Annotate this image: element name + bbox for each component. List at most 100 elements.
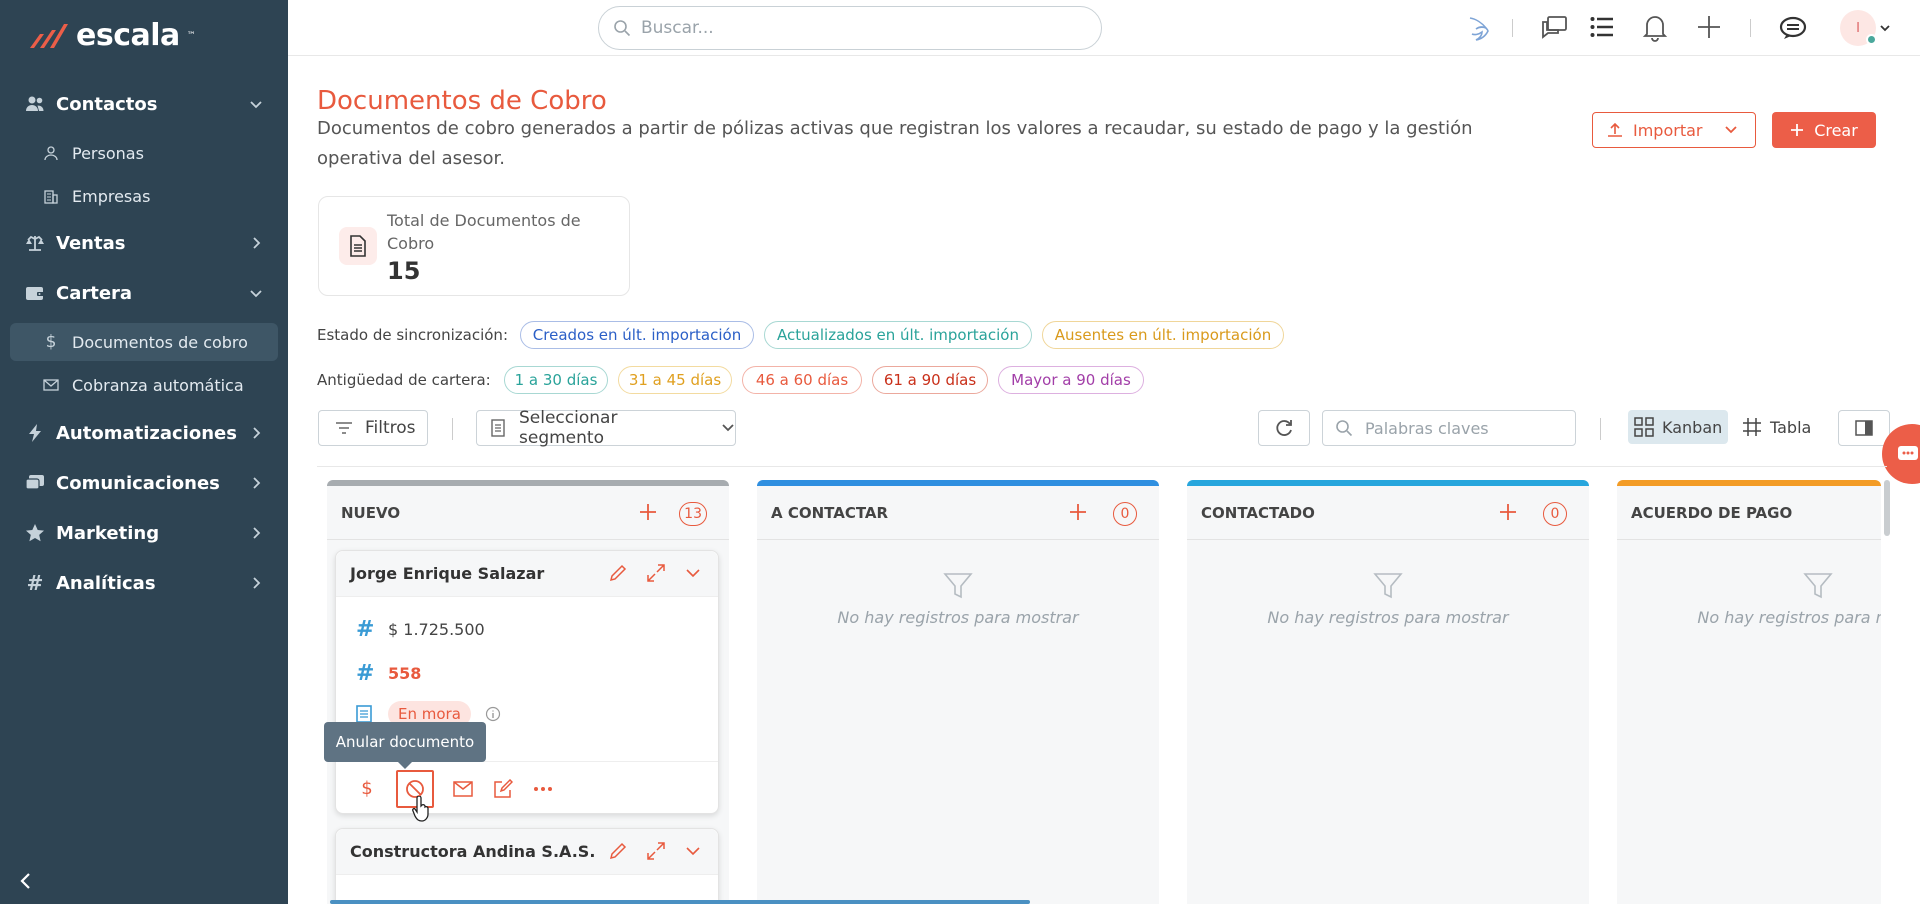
search-input[interactable] — [641, 18, 1081, 38]
chat-icon — [24, 472, 46, 494]
segment-select[interactable]: Seleccionar segmento — [476, 408, 736, 448]
chevron-right-icon — [248, 525, 264, 541]
sidebar-item-cartera[interactable]: Cartera — [10, 271, 278, 315]
plus-icon[interactable] — [1696, 14, 1722, 40]
chip-aging-31-45[interactable]: 31 a 45 días — [618, 366, 732, 394]
add-card-button[interactable] — [1499, 503, 1517, 521]
more-options-icon[interactable] — [532, 778, 554, 800]
upload-icon — [1607, 122, 1623, 138]
mail-icon[interactable] — [452, 778, 474, 800]
kanban-column-nuevo: NUEVO 13 Jorge Enrique Salazar # $ 1.725… — [327, 480, 729, 904]
import-button[interactable]: Importar — [1592, 112, 1756, 148]
star-icon — [24, 522, 46, 544]
mail-icon — [42, 376, 60, 394]
sidebar-item-empresas[interactable]: Empresas — [10, 177, 278, 215]
pencil-icon[interactable] — [608, 563, 628, 583]
kanban-column-a-contactar: A CONTACTAR 0 No hay registros para most… — [757, 480, 1159, 904]
column-count-badge: 0 — [1113, 502, 1137, 526]
sidebar-item-contactos[interactable]: Contactos — [10, 82, 278, 126]
chip-aging-over-90[interactable]: Mayor a 90 días — [998, 366, 1144, 394]
empty-text: No hay registros para mostrar — [1697, 608, 1881, 627]
pencil-icon[interactable] — [608, 841, 628, 861]
chevron-down-icon[interactable] — [684, 841, 702, 861]
conversations-icon[interactable] — [1540, 14, 1568, 40]
card-title[interactable]: Constructora Andina S.A.S. — [350, 842, 595, 861]
sidebar-item-comunicaciones[interactable]: Comunicaciones — [10, 461, 278, 505]
refresh-button[interactable] — [1258, 410, 1310, 446]
card-header: Jorge Enrique Salazar — [336, 551, 718, 597]
funnel-icon — [1373, 573, 1403, 599]
expand-icon[interactable] — [646, 841, 666, 861]
kanban-card[interactable]: Jorge Enrique Salazar # $ 1.725.500 # 55… — [335, 550, 719, 814]
horizontal-scrollbar[interactable] — [330, 900, 1030, 904]
sync-status-label: Estado de sincronización: — [317, 326, 508, 344]
chevron-down-icon[interactable] — [1880, 24, 1890, 32]
table-view-button[interactable]: Tabla — [1736, 410, 1817, 444]
person-icon — [42, 144, 60, 162]
document-icon — [491, 419, 505, 437]
user-avatar[interactable]: I — [1840, 10, 1877, 46]
add-card-button[interactable] — [639, 503, 657, 521]
card-field-number: # 558 — [356, 661, 421, 686]
card-title[interactable]: Jorge Enrique Salazar — [350, 564, 544, 583]
brand-logo[interactable]: escala ™ — [28, 18, 196, 53]
sidebar-item-label: Contactos — [56, 93, 158, 115]
global-search[interactable] — [598, 6, 1102, 50]
dollar-icon[interactable]: $ — [356, 778, 378, 800]
sidebar-item-label: Documentos de cobro — [72, 332, 248, 352]
info-icon[interactable] — [485, 706, 501, 722]
column-name: A CONTACTAR — [771, 504, 889, 522]
card-actions — [608, 563, 702, 583]
expand-icon[interactable] — [646, 563, 666, 583]
brand-bird-icon[interactable] — [1468, 14, 1490, 42]
chip-created[interactable]: Creados en últ. importación — [520, 321, 754, 349]
table-icon — [1742, 417, 1762, 437]
hand-cursor-icon — [412, 796, 430, 822]
sidebar-item-analiticas[interactable]: # Analíticas — [10, 561, 278, 605]
chip-aging-1-30[interactable]: 1 a 30 días — [504, 366, 608, 394]
chip-aging-61-90[interactable]: 61 a 90 días — [872, 366, 988, 394]
keywords-search[interactable] — [1322, 410, 1576, 446]
sidebar-item-ventas[interactable]: Ventas — [10, 221, 278, 265]
filters-button[interactable]: Filtros — [318, 410, 428, 446]
column-header: ACUERDO DE PAGO — [1617, 486, 1881, 540]
sidebar-item-cobranza-automatica[interactable]: Cobranza automática — [10, 366, 278, 404]
document-icon — [339, 227, 377, 265]
empty-text: No hay registros para mostrar — [1267, 608, 1509, 627]
vertical-scrollbar[interactable] — [1884, 480, 1890, 536]
stat-value: 15 — [387, 257, 421, 285]
support-chat-icon[interactable] — [1778, 14, 1808, 42]
kanban-view-button[interactable]: Kanban — [1628, 410, 1729, 444]
sidebar-item-personas[interactable]: Personas — [10, 134, 278, 172]
bell-icon[interactable] — [1642, 14, 1668, 42]
kanban-card[interactable]: Constructora Andina S.A.S. — [335, 828, 719, 904]
chip-updated[interactable]: Actualizados en últ. importación — [764, 321, 1032, 349]
list-icon[interactable] — [1590, 16, 1614, 38]
sidebar-item-automatizaciones[interactable]: Automatizaciones — [10, 411, 278, 455]
sidebar-item-documentos-de-cobro[interactable]: $ Documentos de cobro — [10, 323, 278, 361]
sidebar-item-label: Empresas — [72, 186, 151, 206]
avatar-initial: I — [1856, 20, 1860, 36]
chip-absent[interactable]: Ausentes en últ. importación — [1042, 321, 1284, 349]
number-value: 558 — [388, 664, 422, 683]
top-bar: I — [288, 0, 1920, 56]
page-description: Documentos de cobro generados a partir d… — [317, 118, 1473, 169]
sidebar-item-marketing[interactable]: Marketing — [10, 511, 278, 555]
create-button[interactable]: Crear — [1772, 112, 1876, 148]
panel-toggle-button[interactable] — [1838, 410, 1890, 446]
kanban-label: Kanban — [1662, 417, 1723, 437]
collapse-sidebar-icon[interactable] — [18, 872, 34, 890]
chat-bubble-icon — [1898, 446, 1918, 460]
dollar-icon: $ — [45, 332, 57, 352]
search-icon — [1335, 419, 1353, 437]
add-card-button[interactable] — [1069, 503, 1087, 521]
edit-note-icon[interactable] — [492, 778, 514, 800]
hash-icon: # — [356, 661, 375, 686]
keywords-input[interactable] — [1365, 418, 1565, 438]
chevron-down-icon[interactable] — [684, 563, 702, 583]
chip-aging-46-60[interactable]: 46 a 60 días — [742, 366, 862, 394]
kanban-column-acuerdo-de-pago: ACUERDO DE PAGO No hay registros para mo… — [1617, 480, 1881, 904]
sidebar-item-label: Cobranza automática — [72, 375, 244, 395]
import-label: Importar — [1633, 120, 1703, 140]
chevron-right-icon — [248, 475, 264, 491]
